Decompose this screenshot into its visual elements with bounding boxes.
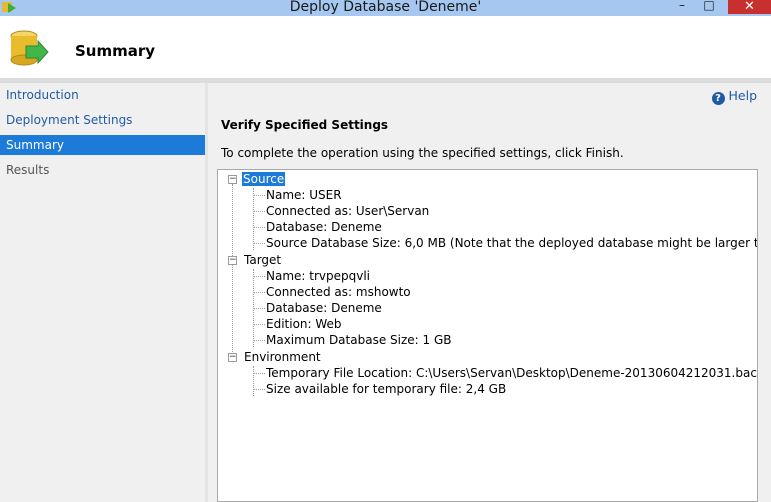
wizard-nav: Introduction Deployment Settings Summary… [0,83,205,502]
tree-item: Name: trvpepqvli [266,269,371,283]
tree-connector [253,195,265,196]
main-panel: ? Help Verify Specified Settings To compl… [208,83,771,502]
title-bar: Deploy Database 'Deneme' – □ ✕ [0,0,771,16]
tree-connector [253,324,265,325]
tree-connector [253,211,265,212]
minimize-button[interactable]: – [670,0,694,12]
help-icon: ? [711,92,725,105]
nav-item-results: Results [6,163,50,177]
tree-connector [253,276,265,277]
tree-node-source[interactable]: Source [242,171,286,187]
tree-connector [253,292,265,293]
window-title: Deploy Database 'Deneme' [289,0,482,15]
collapse-source-icon[interactable]: − [228,175,237,184]
tree-node-environment[interactable]: Environment [244,349,321,365]
settings-tree[interactable]: − Source Name: USER Connected as: User\S… [217,169,758,502]
tree-connector [253,373,265,374]
tree-item: Connected as: User\Servan [266,204,430,218]
tree-connector [253,243,265,244]
tree-root-line [232,184,233,358]
tree-node-source-label: Source [242,172,286,186]
tree-node-target[interactable]: Target [244,252,281,268]
instruction-text: To complete the operation using the spec… [221,146,624,160]
tree-item: Maximum Database Size: 1 GB [266,333,452,347]
tree-connector [253,389,265,390]
help-label: Help [728,88,758,103]
nav-item-deployment-settings[interactable]: Deployment Settings [0,110,205,130]
page-title: Summary [75,42,156,60]
database-deploy-icon [10,30,49,66]
tree-item: Connected as: mshowto [266,285,411,299]
tree-item: Edition: Web [266,317,342,331]
section-title: Verify Specified Settings [221,118,389,132]
nav-item-summary[interactable]: Summary [0,135,205,155]
maximize-button[interactable]: □ [697,0,721,12]
collapse-target-icon[interactable]: − [228,256,237,265]
nav-item-introduction[interactable]: Introduction [0,85,205,105]
page-header: Summary [0,16,771,78]
collapse-environment-icon[interactable]: − [228,353,237,362]
tree-item: Database: Deneme [266,220,382,234]
tree-item: Name: USER [266,188,342,202]
tree-source-line [253,188,254,250]
tree-connector [253,227,265,228]
tree-item: Database: Deneme [266,301,382,315]
tree-connector [253,340,265,341]
close-button[interactable]: ✕ [728,0,771,14]
tree-item: Temporary File Location: C:\Users\Servan… [266,366,758,380]
tree-item: Source Database Size: 6,0 MB (Note that … [266,236,758,250]
tree-item: Size available for temporary file: 2,4 G… [266,382,507,396]
help-link[interactable]: ? Help [711,88,758,105]
tree-connector [253,308,265,309]
tree-environment-line [253,366,254,396]
